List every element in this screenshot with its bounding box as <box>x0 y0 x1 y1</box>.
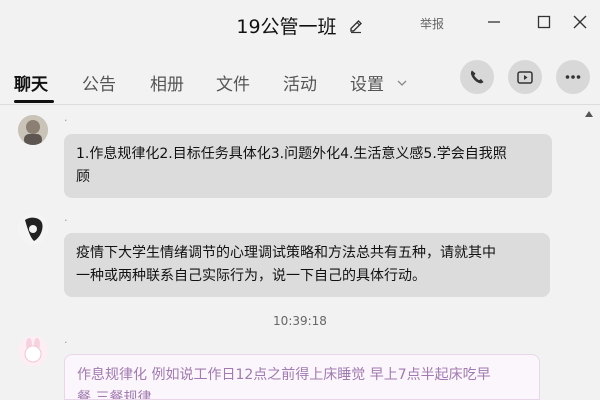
avatar[interactable] <box>18 214 48 244</box>
tab-album[interactable]: 相册 <box>150 70 184 95</box>
tab-activities[interactable]: 活动 <box>283 70 317 95</box>
message-bubble[interactable]: 作息规律化 例如说工作日12点之前得上床睡觉 早上7点半起床吃早 餐 三餐规律 <box>64 354 540 400</box>
report-link[interactable]: 举报 <box>420 15 444 32</box>
title-bar: 19公管一班 举报 <box>0 0 600 52</box>
avatar-image <box>18 214 48 244</box>
sender-name: · <box>64 114 68 127</box>
message-text: 一种或两种联系自己实际行为，说一下自己的具体行动。 <box>76 268 426 284</box>
close-icon[interactable] <box>572 14 588 30</box>
video-camera-icon <box>517 71 533 84</box>
avatar-image <box>18 336 48 366</box>
sender-name: · <box>64 214 68 227</box>
phone-icon <box>470 70 484 84</box>
message-text: 餐 三餐规律 <box>77 390 152 400</box>
message-text: 作息规律化 例如说工作日12点之前得上床睡觉 早上7点半起床吃早 <box>77 367 491 383</box>
message-bubble[interactable]: 1.作息规律化2.目标任务具体化3.问题外化4.生活意义感5.学会自我照 顾 <box>64 134 552 198</box>
scroll-up-icon[interactable] <box>584 110 594 118</box>
video-call-button[interactable] <box>508 60 542 94</box>
active-tab-indicator <box>14 100 54 103</box>
message-bubble[interactable]: 疫情下大学生情绪调节的心理调试策略和方法总共有五种，请就其中 一种或两种联系自己… <box>64 233 550 297</box>
title-wrap: 19公管一班 <box>0 12 600 39</box>
tab-chat[interactable]: 聊天 <box>14 70 48 95</box>
header-divider <box>0 104 600 105</box>
sender-name: · <box>64 336 68 349</box>
maximize-icon[interactable] <box>536 14 552 30</box>
call-button[interactable] <box>460 60 494 94</box>
minimize-icon[interactable] <box>486 14 502 30</box>
group-title: 19公管一班 <box>236 16 337 38</box>
message-text: 1.作息规律化2.目标任务具体化3.问题外化4.生活意义感5.学会自我照 <box>76 146 507 162</box>
message-text: 顾 <box>76 169 90 185</box>
avatar[interactable] <box>18 336 48 366</box>
tab-announcements[interactable]: 公告 <box>82 70 116 95</box>
pencil-icon[interactable] <box>348 18 364 34</box>
message-timestamp: 10:39:18 <box>273 314 327 328</box>
message-text: 疫情下大学生情绪调节的心理调试策略和方法总共有五种，请就其中 <box>76 245 496 261</box>
more-button[interactable] <box>556 60 590 94</box>
tab-settings[interactable]: 设置 <box>350 70 384 95</box>
avatar[interactable] <box>18 115 48 145</box>
chevron-down-icon[interactable] <box>396 78 408 88</box>
avatar-image <box>18 115 48 145</box>
more-icon <box>565 75 581 79</box>
tab-files[interactable]: 文件 <box>216 70 250 95</box>
